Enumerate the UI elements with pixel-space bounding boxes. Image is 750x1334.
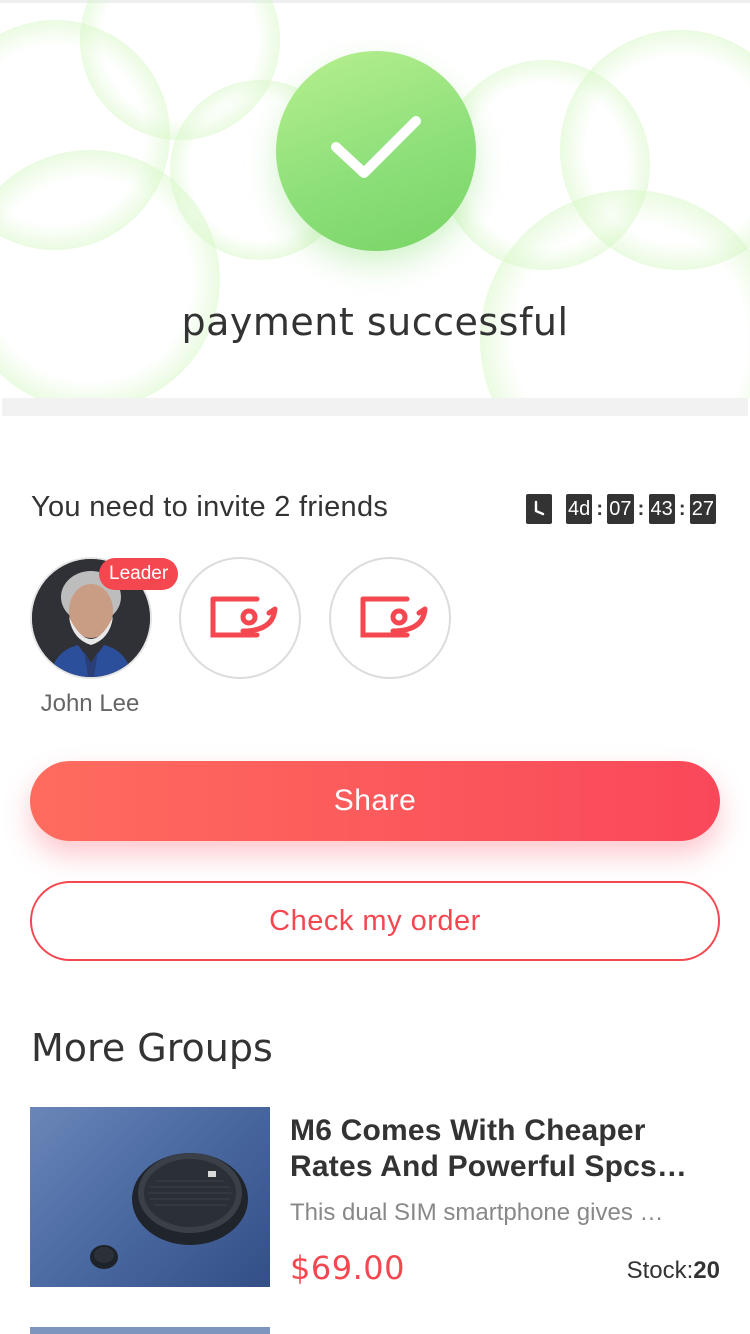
leader-badge: Leader [99,558,179,590]
check-order-button[interactable]: Check my order [30,881,720,961]
coupon-tag-icon [210,596,278,638]
product-stock: Stock:20 [627,1257,720,1285]
empty-member-slot[interactable] [329,557,451,679]
share-button[interactable]: Share [30,761,720,841]
timer-days: 4d [566,494,593,524]
product-title-line1: M6 Comes With Cheaper [290,1114,646,1147]
timer-separator: : [596,498,604,520]
timer-separator: : [678,498,686,520]
product-card[interactable]: M6 Comes With Cheaper Rates And Powerful… [30,1107,720,1287]
product-price: $69.00 [290,1249,405,1287]
timer-minutes: 43 [648,494,675,524]
payment-status-header: payment successful [0,0,750,398]
countdown-timer: 4d : 07 : 43 : 27 [526,494,716,524]
success-badge [276,51,476,251]
robot-vacuum-image [90,1153,248,1269]
clock-icon [526,494,552,524]
product-description: This dual SIM smartphone gives … [290,1199,664,1226]
section-divider [2,398,748,416]
invite-message: You need to invite 2 friends [31,491,389,523]
payment-status-title: payment successful [181,300,569,344]
checkmark-icon [331,116,421,178]
more-groups-heading: More Groups [31,1026,273,1070]
product-image [30,1107,270,1287]
timer-seconds: 27 [689,494,716,524]
empty-member-slot[interactable] [179,557,301,679]
product-title-line2: Rates And Powerful Spcs… [290,1150,688,1183]
stock-value: 20 [693,1257,720,1284]
timer-separator: : [637,498,645,520]
timer-hours: 07 [607,494,634,524]
coupon-tag-icon [360,596,428,638]
next-product-image[interactable] [30,1327,270,1334]
product-title[interactable]: M6 Comes With Cheaper Rates And Powerful… [290,1113,720,1185]
stock-label: Stock: [626,1257,694,1284]
leader-name: John Lee [40,690,140,717]
